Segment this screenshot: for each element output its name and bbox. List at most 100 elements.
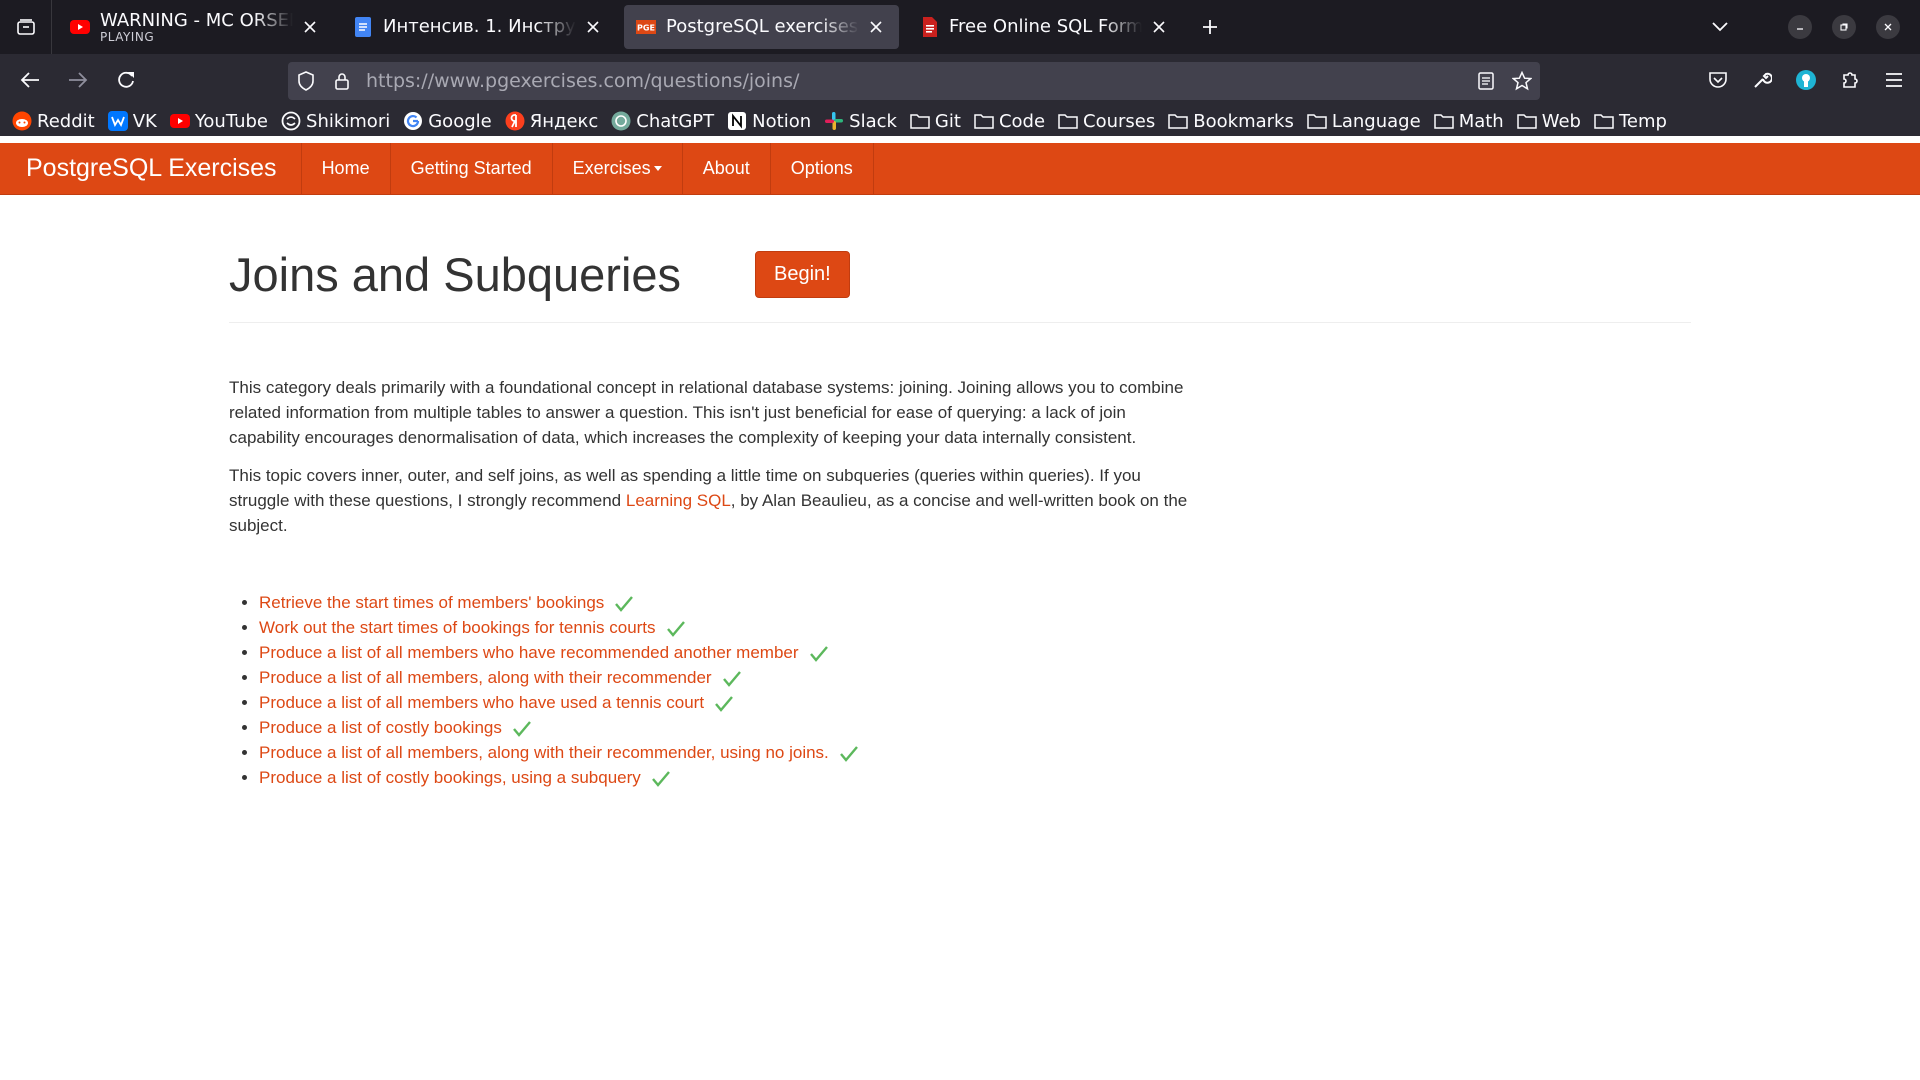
bookmark-star-icon[interactable] bbox=[1504, 63, 1540, 99]
learning-sql-link[interactable]: Learning SQL bbox=[626, 491, 731, 510]
reload-button[interactable] bbox=[108, 62, 144, 98]
vk-icon bbox=[107, 111, 128, 131]
exercise-link[interactable]: Produce a list of costly bookings bbox=[259, 718, 502, 737]
pge-icon: PGE bbox=[636, 17, 656, 37]
list-all-tabs-button[interactable] bbox=[0, 0, 52, 54]
bookmark-google[interactable]: Google bbox=[403, 106, 492, 136]
bookmark-label: Shikimori bbox=[306, 110, 391, 132]
lock-icon[interactable] bbox=[324, 63, 360, 99]
back-button[interactable] bbox=[12, 62, 48, 98]
youtube-icon bbox=[169, 111, 190, 131]
folder-icon bbox=[974, 111, 994, 131]
bookmark-folder-language[interactable]: Language bbox=[1307, 106, 1421, 136]
exercise-link[interactable]: Produce a list of all members who have u… bbox=[259, 693, 704, 712]
bookmark-reddit[interactable]: Reddit bbox=[12, 106, 95, 136]
forward-button[interactable] bbox=[60, 62, 96, 98]
folder-icon bbox=[1168, 111, 1189, 131]
close-tab-icon[interactable] bbox=[582, 16, 604, 38]
bookmark-youtube[interactable]: YouTube bbox=[169, 106, 269, 136]
folder-icon bbox=[1307, 111, 1327, 131]
hamburger-menu-icon[interactable] bbox=[1876, 62, 1912, 98]
site-brand[interactable]: PostgreSQL Exercises bbox=[0, 143, 302, 194]
url-text[interactable]: https://www.pgexercises.com/questions/jo… bbox=[366, 70, 1468, 92]
tab-youtube[interactable]: WARNING - MC ORSEN (S PLAYING bbox=[58, 5, 333, 49]
tab-sql-formatter[interactable]: Free Online SQL Formatt bbox=[907, 5, 1182, 49]
bookmark-shikimori[interactable]: Shikimori bbox=[281, 106, 390, 136]
notion-icon bbox=[727, 111, 747, 131]
folder-icon bbox=[910, 111, 930, 131]
new-tab-button[interactable] bbox=[1190, 7, 1230, 47]
checkmark-icon bbox=[512, 720, 531, 737]
bookmark-slack[interactable]: Slack bbox=[824, 106, 897, 136]
checkmark-icon bbox=[809, 645, 828, 662]
exercise-item: Produce a list of costly bookings bbox=[259, 715, 1691, 740]
bookmark-label: VK bbox=[132, 110, 157, 132]
address-bar[interactable]: https://www.pgexercises.com/questions/jo… bbox=[288, 62, 1540, 100]
bookmark-folder-math[interactable]: Math bbox=[1433, 106, 1504, 136]
folder-icon bbox=[1058, 111, 1078, 131]
bookmark-chatgpt[interactable]: ChatGPT bbox=[611, 106, 714, 136]
exercise-link[interactable]: Produce a list of all members, along wit… bbox=[259, 743, 829, 762]
bookmark-label: Math bbox=[1458, 110, 1504, 132]
nav-exercises-dropdown[interactable]: Exercises bbox=[553, 143, 683, 194]
exercise-item: Produce a list of all members who have r… bbox=[259, 640, 1691, 665]
restore-icon bbox=[1840, 23, 1848, 31]
checkmark-icon bbox=[666, 620, 685, 637]
nav-home[interactable]: Home bbox=[302, 143, 391, 194]
tab-overflow-button[interactable] bbox=[1700, 7, 1740, 47]
checkmark-icon bbox=[651, 770, 670, 787]
tab-title: WARNING - MC ORSEN (S bbox=[100, 10, 293, 31]
bookmarks-toolbar: Reddit VK YouTube Shikimori Google Яндек… bbox=[0, 106, 1920, 136]
bookmark-folder-courses[interactable]: Courses bbox=[1058, 106, 1155, 136]
reader-view-icon[interactable] bbox=[1468, 63, 1504, 99]
yandex-icon bbox=[505, 111, 525, 131]
nav-options[interactable]: Options bbox=[771, 143, 874, 194]
pocket-icon[interactable] bbox=[1700, 62, 1736, 98]
reload-icon bbox=[118, 71, 134, 88]
nav-getting-started[interactable]: Getting Started bbox=[391, 143, 553, 194]
exercise-item: Produce a list of all members, along wit… bbox=[259, 665, 1691, 690]
exercise-link[interactable]: Produce a list of all members who have r… bbox=[259, 643, 799, 662]
close-tab-icon[interactable] bbox=[865, 16, 887, 38]
shield-icon[interactable] bbox=[288, 63, 324, 99]
close-window-button[interactable] bbox=[1876, 15, 1900, 39]
minimize-icon bbox=[1797, 28, 1803, 30]
nav-about[interactable]: About bbox=[683, 143, 771, 194]
tab-docs[interactable]: Интенсив. 1. Инструмен bbox=[341, 5, 616, 49]
tab-title: Free Online SQL Formatt bbox=[949, 17, 1142, 37]
bookmark-folder-temp[interactable]: Temp bbox=[1594, 106, 1667, 136]
close-tab-icon[interactable] bbox=[299, 16, 321, 38]
arrow-left-icon bbox=[20, 72, 39, 88]
bookmark-folder-code[interactable]: Code bbox=[974, 106, 1045, 136]
folder-icon bbox=[1594, 111, 1614, 131]
shikimori-icon bbox=[281, 111, 301, 131]
bookmark-folder-bookmarks[interactable]: Bookmarks bbox=[1168, 106, 1294, 136]
bookmark-label: Courses bbox=[1083, 110, 1156, 132]
site-navbar: PostgreSQL Exercises Home Getting Starte… bbox=[0, 143, 1920, 195]
bookmark-vk[interactable]: VK bbox=[107, 106, 157, 136]
close-tab-icon[interactable] bbox=[1148, 16, 1170, 38]
folder-icon bbox=[1433, 111, 1454, 131]
tab-title: Интенсив. 1. Инструмен bbox=[383, 17, 576, 37]
restore-button[interactable] bbox=[1832, 15, 1856, 39]
bookmark-folder-web[interactable]: Web bbox=[1516, 106, 1581, 136]
exercise-link[interactable]: Retrieve the start times of members' boo… bbox=[259, 593, 604, 612]
chatgpt-icon bbox=[611, 111, 631, 131]
tab-pgexercises[interactable]: PGE PostgreSQL exercises bbox=[624, 5, 899, 49]
bookmark-label: Temp bbox=[1618, 110, 1667, 132]
exercise-link[interactable]: Work out the start times of bookings for… bbox=[259, 618, 656, 637]
wrench-icon[interactable] bbox=[1744, 62, 1780, 98]
google-icon bbox=[403, 111, 423, 131]
exercise-link[interactable]: Produce a list of costly bookings, using… bbox=[259, 768, 641, 787]
bookmark-folder-git[interactable]: Git bbox=[910, 106, 961, 136]
exercise-link[interactable]: Produce a list of all members, along wit… bbox=[259, 668, 712, 687]
tab-bar: WARNING - MC ORSEN (S PLAYING Интенсив. … bbox=[0, 0, 1920, 54]
extension-badge-icon[interactable] bbox=[1788, 62, 1824, 98]
bookmark-notion[interactable]: Notion bbox=[727, 106, 811, 136]
bookmark-yandex[interactable]: Яндекс bbox=[505, 106, 598, 136]
bookmark-label: YouTube bbox=[194, 110, 269, 132]
begin-button[interactable]: Begin! bbox=[755, 251, 850, 298]
extensions-puzzle-icon[interactable] bbox=[1832, 62, 1868, 98]
folder-icon bbox=[1516, 111, 1537, 131]
minimize-button[interactable] bbox=[1788, 15, 1812, 39]
